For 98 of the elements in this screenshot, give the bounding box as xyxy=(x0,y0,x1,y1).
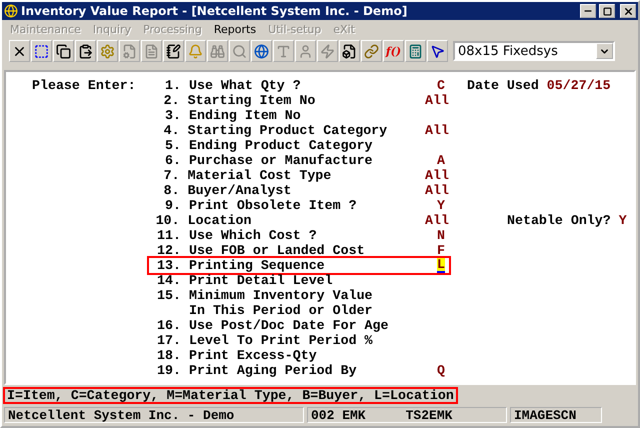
toolbar-button[interactable] xyxy=(75,40,96,62)
status-text: TS2EMK xyxy=(406,408,452,422)
dashed-square-icon xyxy=(34,44,49,58)
menu-item[interactable]: Reports xyxy=(214,22,256,36)
status-text: 002 EMK xyxy=(311,408,366,422)
toolbar-button[interactable] xyxy=(31,40,52,62)
minimize-button[interactable] xyxy=(580,4,596,18)
toolbar-button[interactable] xyxy=(53,40,74,62)
toolbar-button[interactable] xyxy=(339,40,360,62)
field-value[interactable]: All xyxy=(425,124,449,137)
item-number: 14. xyxy=(156,273,181,288)
field-label: Printing Sequence xyxy=(189,258,326,273)
paste-icon xyxy=(78,44,93,58)
item-number: 2. xyxy=(162,93,180,108)
field-label: Minimum Inventory Value xyxy=(189,288,374,303)
field-value[interactable]: Q xyxy=(437,364,445,377)
notebook-icon xyxy=(166,44,181,58)
field-value[interactable]: N xyxy=(437,229,445,242)
item-number: 15. xyxy=(156,288,181,303)
field-value[interactable]: All xyxy=(425,214,449,227)
field-value[interactable]: All xyxy=(425,184,449,197)
globe-icon xyxy=(254,44,269,58)
item-number: 1. xyxy=(164,78,181,93)
item-number: 5. xyxy=(164,138,181,153)
dropdown-button[interactable] xyxy=(596,43,613,59)
toolbar-button[interactable] xyxy=(427,40,448,62)
field-label: Use Post/Doc Date For Age xyxy=(189,318,390,333)
file-box-icon xyxy=(342,44,357,58)
app-globe-icon xyxy=(4,4,18,18)
field-label: Ending Item No xyxy=(189,108,302,123)
field-label: Print Detail Level xyxy=(189,273,334,288)
field-label: In This Period or Older xyxy=(189,303,374,318)
field-value[interactable]: All xyxy=(425,169,449,182)
item-number: 17. xyxy=(156,333,181,348)
close-button[interactable] xyxy=(620,4,636,18)
field-value[interactable]: 05/27/15 xyxy=(546,78,611,93)
field-label: Print Excess-Qty xyxy=(189,348,318,363)
toolbar-button[interactable] xyxy=(405,40,426,62)
document-icon xyxy=(144,44,159,58)
search-icon xyxy=(232,44,247,58)
field-label: Starting Item No xyxy=(188,93,316,108)
field-label: Location xyxy=(188,213,252,228)
field-label: Use Which Cost ? xyxy=(189,228,318,243)
field-value[interactable]: All xyxy=(425,94,449,107)
font-select[interactable]: 08x15 Fixedsys xyxy=(453,41,615,61)
field-label: Use What Qty ? xyxy=(189,78,302,93)
status-text: Netcellent System Inc. - Demo xyxy=(8,408,234,422)
item-number: 8. xyxy=(162,183,180,198)
field-label: Buyer/Analyst xyxy=(188,183,292,198)
field-label: Purchase or Manufacture xyxy=(189,153,374,168)
lightning-icon xyxy=(320,44,335,58)
field-value[interactable]: A xyxy=(437,154,445,167)
field-value[interactable]: F xyxy=(437,244,445,257)
window-title: Inventory Value Report - [Netcellent System Inc. - Demo] xyxy=(21,4,408,18)
person-icon xyxy=(298,44,313,58)
field-label: Starting Product Category xyxy=(188,123,388,138)
calculator-icon xyxy=(408,44,423,58)
pointer-icon xyxy=(430,44,445,58)
field-label: Print Obsolete Item ? xyxy=(189,198,358,213)
item-number: 4. xyxy=(162,123,180,138)
item-number: 10. xyxy=(154,213,180,228)
field-label: Use FOB or Landed Cost xyxy=(189,243,366,258)
item-number: 19. xyxy=(156,363,181,378)
bell-icon xyxy=(188,44,203,58)
item-number: 18. xyxy=(156,348,181,363)
field-value[interactable]: C xyxy=(437,79,445,92)
toolbar-button[interactable] xyxy=(251,40,272,62)
font-icon xyxy=(276,44,291,58)
item-number: 12. xyxy=(156,243,181,258)
field-label: Ending Product Category xyxy=(189,138,374,153)
prompt-label: Please Enter: xyxy=(32,78,137,93)
field-value[interactable]: Y xyxy=(618,213,627,228)
status-text: IMAGESCN xyxy=(514,408,576,422)
field-label: Material Cost Type xyxy=(188,168,332,183)
field-label: Date Used xyxy=(467,78,540,93)
link-icon xyxy=(364,44,379,58)
settings-icon xyxy=(100,44,115,58)
field-value[interactable]: Y xyxy=(437,199,445,212)
item-number: 6. xyxy=(164,153,181,168)
field-label: Netable Only? xyxy=(507,213,612,228)
binoculars-icon xyxy=(210,44,225,58)
close-icon xyxy=(622,6,634,16)
maximize-button[interactable] xyxy=(599,4,615,18)
item-number: 11. xyxy=(156,228,181,243)
field-label: Level To Print Period % xyxy=(189,333,374,348)
selected-form-row[interactable]: 13. Printing Sequence L xyxy=(147,256,451,275)
item-number: 13. xyxy=(156,258,181,273)
copy-icon xyxy=(56,44,71,58)
item-number: 16. xyxy=(156,318,181,333)
item-number: 7. xyxy=(162,168,180,183)
field-value[interactable]: L xyxy=(437,258,445,273)
item-number: 3. xyxy=(164,108,181,123)
item-number: 9. xyxy=(164,198,181,213)
document-gear-icon xyxy=(122,44,137,58)
field-label: Print Aging Period By xyxy=(189,363,358,378)
maximize-icon xyxy=(602,6,612,16)
toolbar-button[interactable] xyxy=(9,40,30,62)
toolbar-button[interactable] xyxy=(163,40,184,62)
